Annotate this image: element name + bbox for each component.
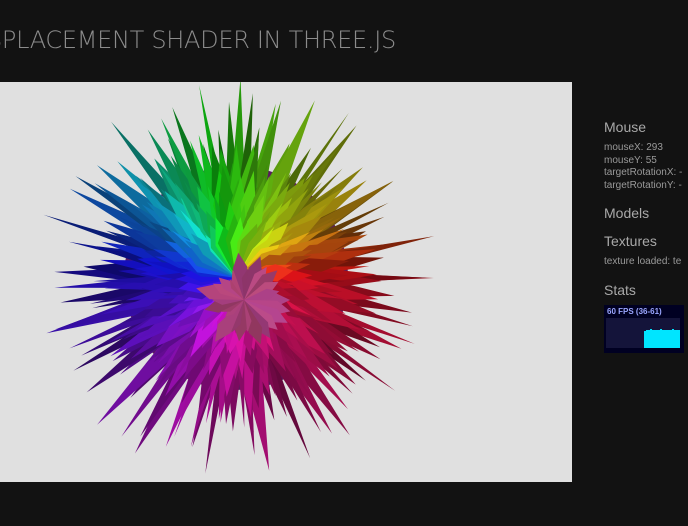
fps-graph [606,317,680,348]
fps-history-bar [678,329,680,348]
texture-loaded-readout: texture loaded: te [604,256,682,267]
info-sidebar: Mouse mouseX: 293 mouseY: 55 targetRotat… [604,118,688,353]
stats-section-title: Stats [604,281,636,298]
mouse-x-readout: mouseX: 293 [604,142,663,153]
target-rotation-x-readout: targetRotationX: - [604,167,683,178]
models-section-title: Models [604,205,650,221]
fps-readout: 60 FPS (36-61) [607,306,662,316]
mouse-section-title: Mouse [604,119,647,135]
textures-section-title: Textures [604,233,657,249]
webgl-viewport[interactable] [0,82,572,482]
mouse-y-readout: mouseY: 55 [604,154,657,166]
displaced-sphere-render [43,82,435,474]
page-title: SPLACEMENT SHADER IN THREE.JS [0,26,396,54]
page: SPLACEMENT SHADER IN THREE.JS Mouse mous… [0,0,688,526]
fps-stats-panel[interactable]: 60 FPS (36-61) [604,304,684,353]
target-rotation-y-readout: targetRotationY: - [604,179,682,191]
